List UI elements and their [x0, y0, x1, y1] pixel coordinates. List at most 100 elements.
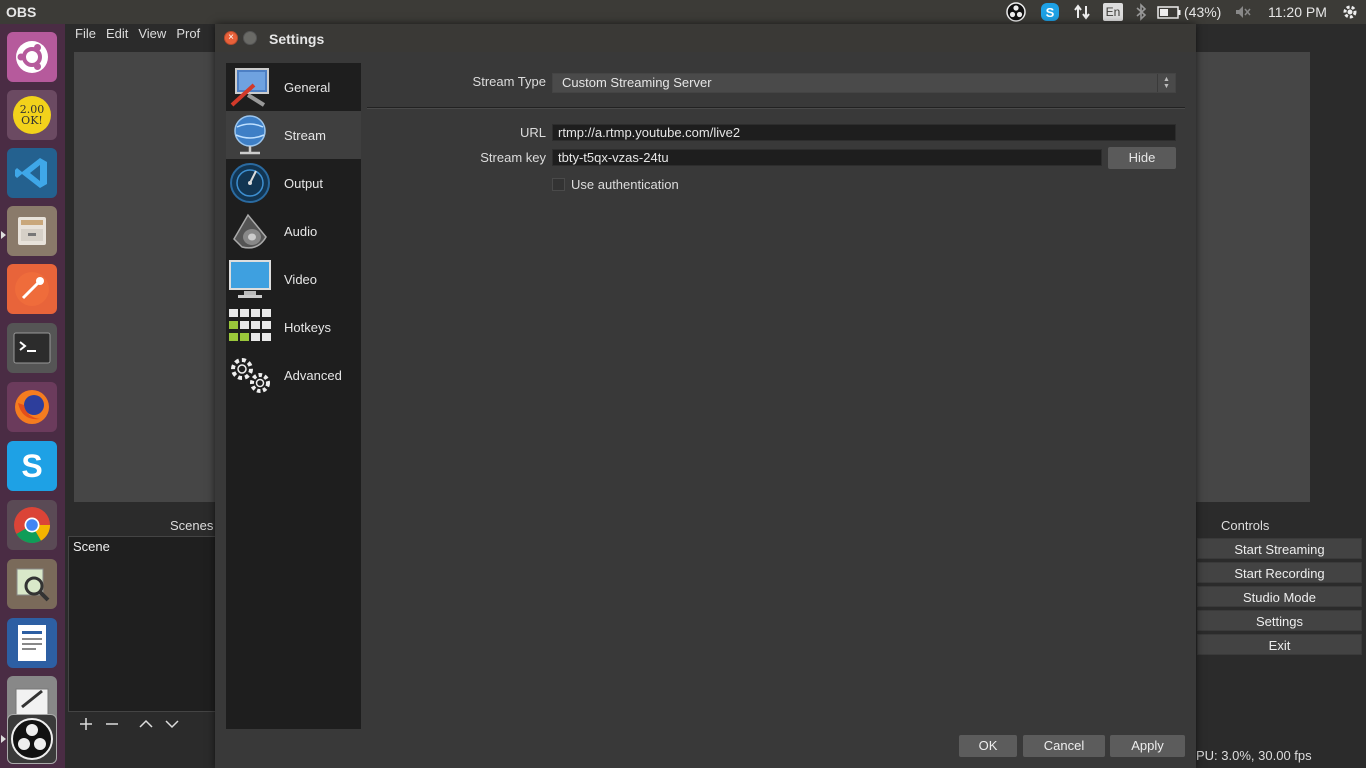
use-authentication-checkbox[interactable]: [552, 178, 565, 191]
menu-profile[interactable]: Prof: [166, 24, 200, 46]
skype-icon: S: [21, 448, 42, 484]
apply-button[interactable]: Apply: [1110, 735, 1185, 757]
bluetooth-icon[interactable]: [1131, 2, 1151, 22]
stream-icon: [226, 111, 274, 159]
tray-network[interactable]: [1072, 0, 1092, 24]
move-scene-down-button[interactable]: [162, 714, 182, 734]
active-app-name: OBS: [6, 4, 37, 20]
skype-tray-icon[interactable]: S: [1040, 2, 1060, 22]
url-input[interactable]: rtmp://a.rtmp.youtube.com/live2: [552, 124, 1176, 141]
section-general-label: General: [284, 79, 331, 95]
gear-icon[interactable]: [1340, 2, 1360, 22]
section-output-label: Output: [284, 175, 324, 191]
tray-bluetooth[interactable]: [1131, 0, 1151, 24]
firefox-icon: [15, 390, 49, 424]
menu-file[interactable]: File: [65, 24, 96, 46]
tray-obs[interactable]: [1006, 0, 1026, 24]
tray-power[interactable]: [1340, 0, 1360, 24]
start-streaming-button[interactable]: Start Streaming: [1197, 538, 1362, 559]
tray-language[interactable]: En: [1103, 0, 1123, 24]
advanced-icon: [226, 351, 274, 399]
section-general[interactable]: General: [226, 63, 361, 111]
menu-view[interactable]: View: [128, 24, 166, 46]
svg-text:S: S: [21, 448, 42, 484]
sound-muted-icon[interactable]: [1233, 2, 1253, 22]
launcher-running-indicator: [1, 231, 6, 239]
plus-icon: [80, 718, 92, 730]
section-advanced-label: Advanced: [284, 367, 342, 383]
hide-key-button[interactable]: Hide: [1108, 147, 1176, 169]
scenes-toolbar: [68, 712, 218, 736]
scenes-panel-title: Scenes: [170, 518, 214, 533]
controls-panel-title: Controls: [1221, 518, 1270, 533]
start-recording-button[interactable]: Start Recording: [1197, 562, 1362, 583]
hotkeys-icon: [226, 303, 274, 351]
chevron-down-icon: [165, 720, 179, 729]
close-window-button[interactable]: ×: [224, 31, 238, 45]
launcher-files[interactable]: [7, 206, 57, 256]
section-video[interactable]: Video: [226, 255, 361, 303]
stream-key-input[interactable]: tbty-t5qx-vzas-24tu: [552, 149, 1102, 166]
section-output[interactable]: Output: [226, 159, 361, 207]
section-video-label: Video: [284, 271, 318, 287]
move-scene-up-button[interactable]: [136, 714, 156, 734]
launcher-terminal[interactable]: [7, 323, 57, 373]
studio-mode-button[interactable]: Studio Mode: [1197, 586, 1362, 607]
launcher-running-indicator: [1, 735, 6, 743]
stream-type-select[interactable]: Custom Streaming Server ▲ ▼: [552, 73, 1176, 93]
vscode-icon: [15, 158, 47, 188]
stream-key-label: Stream key: [480, 150, 546, 165]
stream-type-label: Stream Type: [472, 74, 546, 89]
tray-sound[interactable]: [1233, 0, 1253, 24]
tray-skype[interactable]: S: [1040, 0, 1060, 24]
launcher-obs[interactable]: [7, 714, 57, 764]
launcher: 2.00 OK! S: [0, 24, 65, 768]
settings-section-list: General Stream Output Audio Video Hotkey…: [226, 63, 361, 729]
launcher-ubuntu-dash[interactable]: [7, 32, 57, 82]
audio-icon: [226, 207, 274, 255]
tray-battery[interactable]: [1156, 0, 1182, 24]
clock[interactable]: 11:20 PM: [1268, 4, 1327, 20]
section-audio[interactable]: Audio: [226, 207, 361, 255]
general-icon: [226, 63, 274, 111]
maximize-window-button[interactable]: [243, 31, 257, 45]
add-scene-button[interactable]: [76, 714, 96, 734]
video-icon: [226, 255, 274, 303]
section-hotkeys[interactable]: Hotkeys: [226, 303, 361, 351]
scenes-list[interactable]: Scene: [68, 536, 218, 712]
launcher-skype[interactable]: S: [7, 441, 57, 491]
exit-button[interactable]: Exit: [1197, 634, 1362, 655]
launcher-firefox[interactable]: [7, 382, 57, 432]
use-authentication-label[interactable]: Use authentication: [571, 177, 679, 192]
settings-title: Settings: [269, 31, 325, 47]
cancel-button[interactable]: Cancel: [1023, 735, 1105, 757]
launcher-postman[interactable]: [7, 264, 57, 314]
section-advanced[interactable]: Advanced: [226, 351, 361, 399]
network-arrows-icon[interactable]: [1072, 2, 1092, 22]
language-indicator[interactable]: En: [1103, 3, 1123, 21]
menu-edit[interactable]: Edit: [96, 24, 128, 46]
section-hotkeys-label: Hotkeys: [284, 319, 331, 335]
postman-icon: [15, 272, 49, 306]
battery-percentage[interactable]: (43%): [1184, 4, 1221, 20]
battery-icon[interactable]: [1156, 2, 1182, 22]
desktop: OBS S En (43%) 11:20 PM 2.00 OK! S File …: [0, 0, 1366, 768]
launcher-writer[interactable]: [7, 618, 57, 668]
ubuntu-logo-icon: [16, 41, 48, 73]
scene-list-item[interactable]: Scene: [73, 539, 110, 554]
section-stream[interactable]: Stream: [226, 111, 361, 159]
launcher-chrome[interactable]: [7, 500, 57, 550]
settings-dialog: × Settings General Stream Output Audio V…: [215, 24, 1196, 768]
remove-scene-button[interactable]: [102, 714, 122, 734]
obs-tray-icon[interactable]: [1006, 2, 1026, 22]
settings-button[interactable]: Settings: [1197, 610, 1362, 631]
minus-icon: [106, 723, 118, 725]
launcher-vscode[interactable]: [7, 148, 57, 198]
menu-bar: File Edit View Prof: [65, 24, 225, 46]
select-arrows-icon: ▲ ▼: [1157, 74, 1175, 92]
settings-titlebar[interactable]: × Settings: [215, 24, 1196, 52]
launcher-image-viewer[interactable]: [7, 559, 57, 609]
ok-button[interactable]: OK: [959, 735, 1017, 757]
svg-text:S: S: [1046, 5, 1055, 20]
launcher-sticky-note[interactable]: 2.00 OK!: [7, 90, 57, 140]
